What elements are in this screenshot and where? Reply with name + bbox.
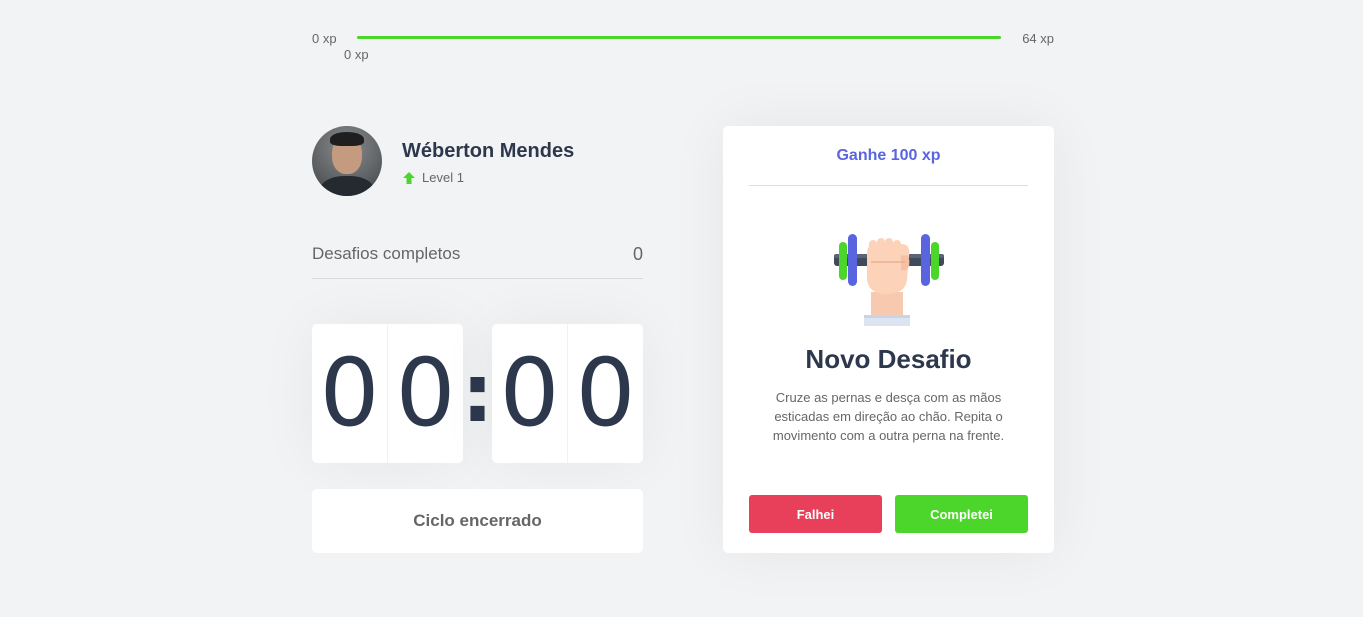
cycle-finished-button[interactable]: Ciclo encerrado bbox=[312, 489, 643, 553]
challenge-actions: Falhei Completei bbox=[749, 495, 1029, 533]
profile: Wéberton Mendes Level 1 bbox=[312, 126, 643, 198]
level-up-arrow-icon bbox=[403, 171, 415, 184]
countdown-timer: 0 0 : 0 0 bbox=[312, 324, 643, 463]
time-separator: : bbox=[461, 347, 494, 440]
profile-name: Wéberton Mendes bbox=[402, 140, 575, 162]
challenge-description: Cruze as pernas e desça com as mãos esti… bbox=[772, 390, 1005, 443]
completed-challenges: Desafios completos 0 bbox=[312, 243, 643, 279]
xp-current-label: 0 xp bbox=[344, 47, 369, 62]
dumbbell-hand-icon bbox=[834, 234, 944, 326]
failed-button[interactable]: Falhei bbox=[749, 495, 882, 533]
challenge-reward: Ganhe 100 xp bbox=[749, 126, 1028, 186]
seconds-display: 0 0 bbox=[492, 324, 643, 463]
minute-digit-ones: 0 bbox=[387, 324, 463, 463]
xp-min-label: 0 xp bbox=[312, 31, 337, 46]
challenge-title: Novo Desafio bbox=[805, 344, 972, 374]
minute-digit-tens: 0 bbox=[319, 339, 380, 448]
xp-max-label: 64 xp bbox=[1022, 31, 1054, 46]
level-indicator: Level 1 bbox=[402, 170, 464, 185]
level-label: Level 1 bbox=[422, 170, 464, 185]
minutes-display: 0 0 bbox=[312, 324, 463, 463]
xp-fill bbox=[357, 36, 1001, 39]
xp-track bbox=[357, 36, 1001, 39]
avatar bbox=[312, 126, 382, 196]
experience-bar: 0 xp 0 xp 64 xp bbox=[312, 28, 1054, 62]
second-digit-tens: 0 bbox=[499, 339, 560, 448]
second-digit-ones: 0 bbox=[567, 324, 643, 463]
completed-challenges-count: 0 bbox=[632, 244, 643, 264]
challenge-card: Ganhe 100 xp Novo Desafio Cruze as perna… bbox=[723, 126, 1054, 553]
completed-challenges-label: Desafios completos bbox=[312, 244, 461, 263]
completed-button[interactable]: Completei bbox=[895, 495, 1028, 533]
